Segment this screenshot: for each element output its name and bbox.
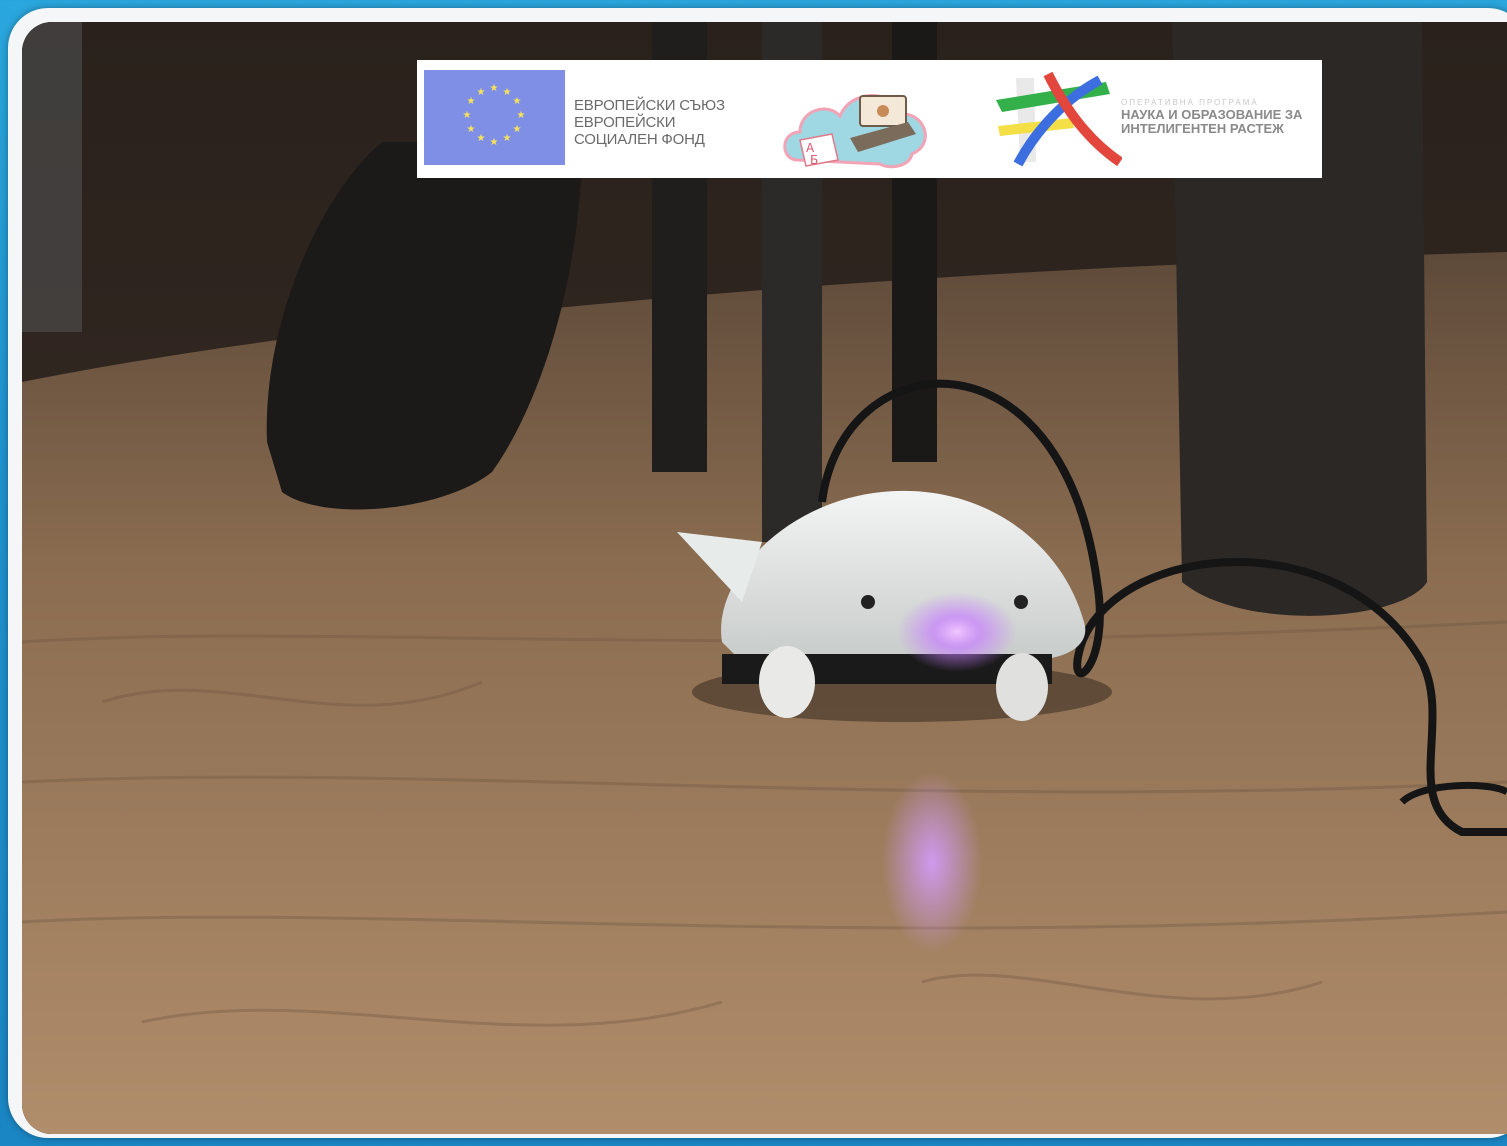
svg-text:★: ★ — [463, 110, 472, 121]
svg-text:★: ★ — [467, 124, 476, 135]
eu-text-line-2: ЕВРОПЕЙСКИ — [574, 114, 676, 131]
svg-text:★: ★ — [503, 87, 512, 98]
op-line-1: НАУКА И ОБРАЗОВАНИЕ ЗА — [1121, 107, 1303, 122]
photo-scene — [22, 22, 1507, 1134]
svg-text:★: ★ — [513, 96, 522, 107]
eu-text-line-1: ЕВРОПЕЙСКИ СЪЮЗ — [574, 97, 725, 114]
svg-text:★: ★ — [467, 96, 476, 107]
cloud-laptop-logo: А Б — [780, 82, 932, 172]
op-program-logo-icon — [996, 70, 1122, 167]
eu-fund-label: ЕВРОПЕЙСКИ СЪЮЗ ЕВРОПЕЙСКИ СОЦИАЛЕН ФОНД — [574, 97, 725, 148]
svg-text:★: ★ — [513, 124, 522, 135]
op-program-text: ОПЕРАТИВНА ПРОГРАМА НАУКА И ОБРАЗОВАНИЕ … — [1121, 98, 1302, 136]
svg-text:★: ★ — [490, 83, 499, 94]
svg-text:★: ★ — [477, 87, 486, 98]
svg-text:★: ★ — [477, 133, 486, 144]
photo: ★ ★ ★ ★ ★ ★ ★ ★ ★ ★ ★ ★ ЕВРОПЕЙСКИ СЪЮЗ … — [22, 22, 1507, 1134]
logo-banner: ★ ★ ★ ★ ★ ★ ★ ★ ★ ★ ★ ★ ЕВРОПЕЙСКИ СЪЮЗ … — [417, 60, 1322, 178]
cloud-letter-b: Б — [810, 153, 818, 167]
eu-flag-icon: ★ ★ ★ ★ ★ ★ ★ ★ ★ ★ ★ ★ — [424, 70, 565, 165]
svg-text:★: ★ — [490, 137, 499, 148]
eu-text-line-3: СОЦИАЛЕН ФОНД — [574, 131, 705, 148]
svg-text:★: ★ — [503, 133, 512, 144]
op-line-2: ИНТЕЛИГЕНТЕН РАСТЕЖ — [1121, 121, 1284, 136]
svg-text:★: ★ — [517, 110, 526, 121]
